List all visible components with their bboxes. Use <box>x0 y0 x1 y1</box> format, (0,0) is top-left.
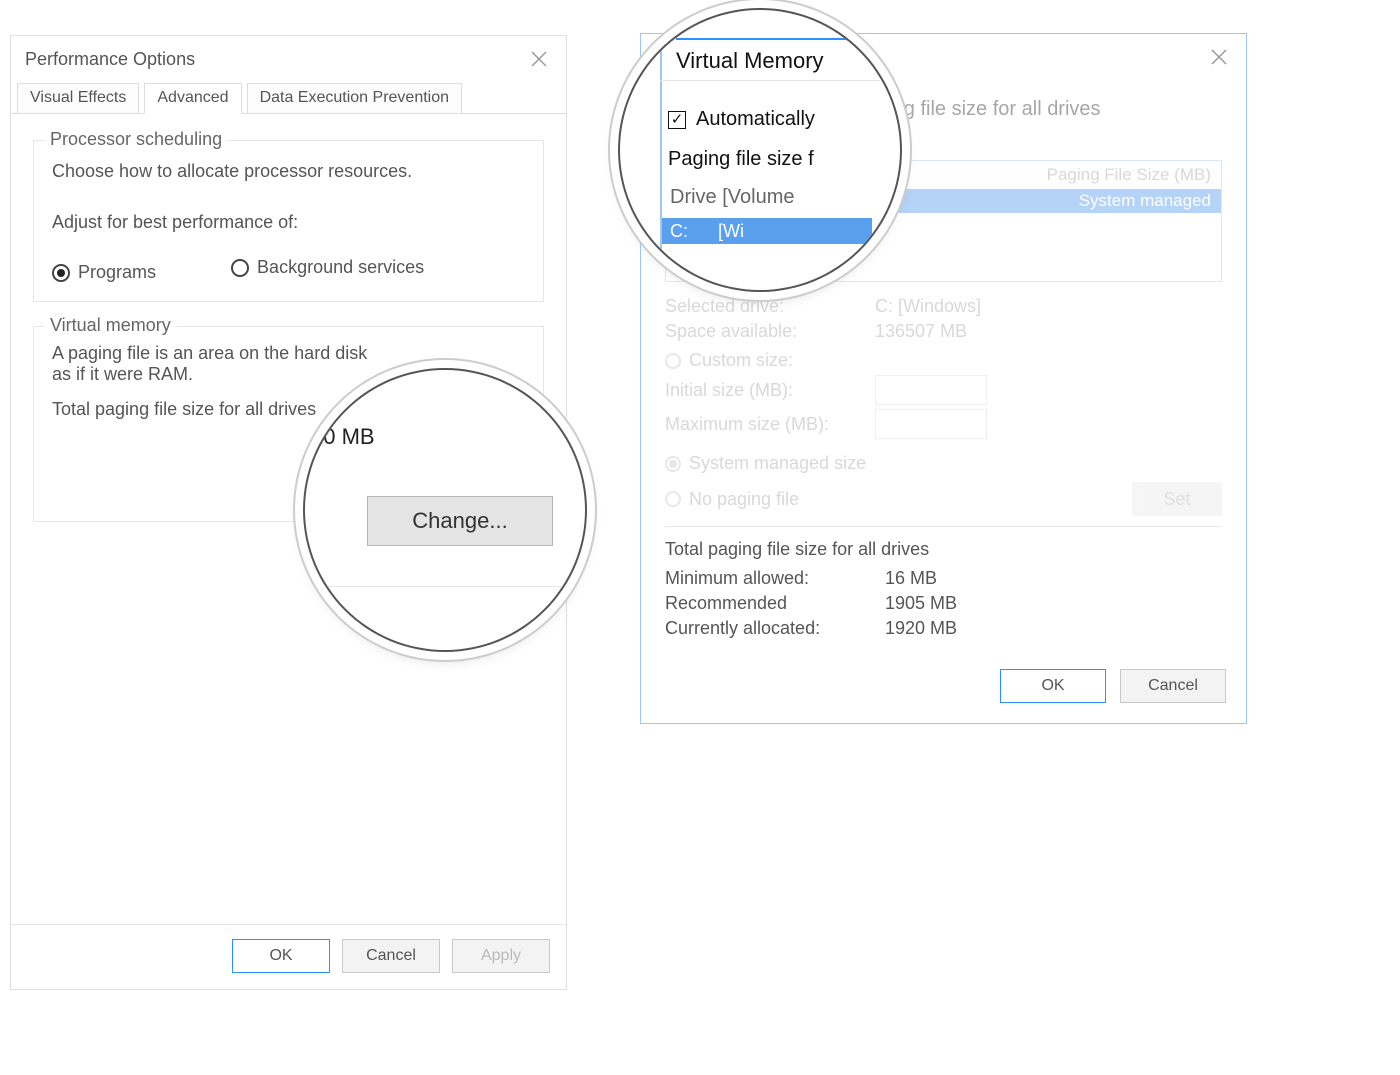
min-allowed-label: Minimum allowed: <box>665 568 875 589</box>
recommended-label: Recommended <box>665 593 875 614</box>
maximum-size-label: Maximum size (MB): <box>665 414 865 435</box>
drive-list-header-size: Paging File Size (MB) <box>1047 165 1211 185</box>
performance-tabs: Visual Effects Advanced Data Execution P… <box>11 82 566 113</box>
performance-options-title: Performance Options <box>25 49 195 70</box>
ok-button[interactable]: OK <box>232 939 330 973</box>
magnifier-change-button: 20 MB Change... <box>305 370 585 650</box>
checkbox-icon <box>668 111 686 129</box>
currently-allocated-value: 1920 MB <box>885 618 957 639</box>
radio-background-services[interactable]: Background services <box>231 257 424 278</box>
radio-programs-label: Programs <box>78 262 156 283</box>
magnified-auto-checkbox[interactable]: Automatically <box>668 108 815 131</box>
radio-icon <box>665 491 681 507</box>
selected-drive-value: C: [Windows] <box>875 296 981 317</box>
selected-drive-label: Selected drive: <box>665 296 865 317</box>
virtual-memory-footer: OK Cancel <box>641 653 1246 723</box>
cancel-button[interactable]: Cancel <box>342 939 440 973</box>
processor-scheduling-group: Processor scheduling Choose how to alloc… <box>33 140 544 302</box>
set-button[interactable]: Set <box>1132 482 1222 516</box>
cancel-button[interactable]: Cancel <box>1120 669 1226 703</box>
currently-allocated-label: Currently allocated: <box>665 618 875 639</box>
apply-button[interactable]: Apply <box>452 939 550 973</box>
paging-totals-group: Total paging file size for all drives Mi… <box>665 526 1222 639</box>
tab-dep[interactable]: Data Execution Prevention <box>247 83 462 113</box>
magnified-mb-text: 20 MB <box>311 424 375 450</box>
virtual-memory-desc-line1: A paging file is an area on the hard dis… <box>52 343 525 364</box>
ok-button[interactable]: OK <box>1000 669 1106 703</box>
initial-size-label: Initial size (MB): <box>665 380 865 401</box>
magnified-paging-label: Paging file size f <box>668 148 814 171</box>
radio-icon <box>231 259 249 277</box>
performance-options-titlebar: Performance Options <box>11 36 566 82</box>
tab-advanced[interactable]: Advanced <box>144 83 241 114</box>
magnifier-virtual-memory-header: Virtual Memory Automatically Paging file… <box>620 10 900 290</box>
space-available-label: Space available: <box>665 321 865 342</box>
magnified-auto-label: Automatically <box>696 108 815 131</box>
space-available-value: 136507 MB <box>875 321 967 342</box>
radio-programs[interactable]: Programs <box>52 262 156 283</box>
adjust-for-label: Adjust for best performance of: <box>52 212 525 233</box>
close-icon[interactable] <box>526 46 552 72</box>
magnified-drive-header: Drive [Volume <box>670 186 795 209</box>
change-button[interactable]: Change... <box>367 496 553 546</box>
initial-size-input[interactable] <box>875 375 987 405</box>
close-icon[interactable] <box>1206 44 1232 70</box>
paging-totals-legend: Total paging file size for all drives <box>665 539 1222 560</box>
radio-background-label: Background services <box>257 257 424 278</box>
magnified-vm-title: Virtual Memory <box>676 38 872 74</box>
magnified-drive-row[interactable]: C: [Wi <box>662 218 872 244</box>
magnified-drive-row-drive: C: <box>670 221 688 242</box>
no-paging-label: No paging file <box>689 489 799 510</box>
recommended-value: 1905 MB <box>885 593 957 614</box>
min-allowed-value: 16 MB <box>885 568 937 589</box>
maximum-size-input[interactable] <box>875 409 987 439</box>
radio-icon <box>665 456 681 472</box>
magnified-drive-row-vol: [Wi <box>718 221 744 242</box>
virtual-memory-legend: Virtual memory <box>44 315 177 336</box>
performance-options-footer: OK Cancel Apply <box>11 924 566 989</box>
tab-visual-effects[interactable]: Visual Effects <box>17 83 139 113</box>
radio-icon <box>52 264 70 282</box>
radio-icon <box>665 353 681 369</box>
system-managed-label: System managed size <box>689 453 866 474</box>
processor-scheduling-description: Choose how to allocate processor resourc… <box>52 161 525 182</box>
processor-scheduling-legend: Processor scheduling <box>44 129 228 150</box>
drive-list-item-size: System managed <box>1079 191 1211 211</box>
custom-size-label: Custom size: <box>689 350 793 371</box>
